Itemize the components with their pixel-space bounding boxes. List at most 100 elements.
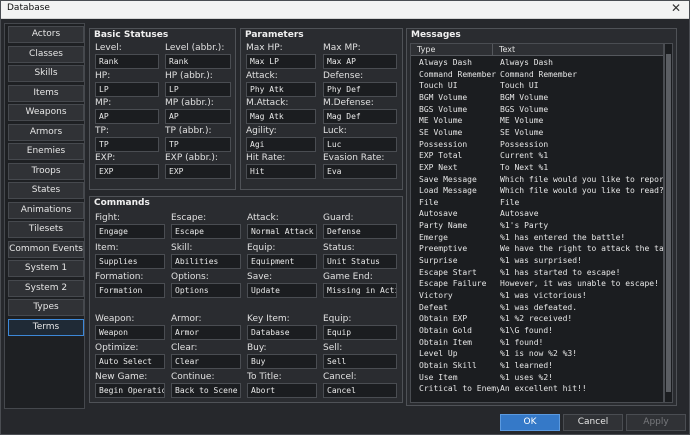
message-row[interactable]: Victory %1 was victorious! xyxy=(411,290,663,302)
sidebar-item-common-events[interactable]: Common Events xyxy=(8,240,84,258)
command-4-3-field[interactable]: Sell xyxy=(323,354,397,369)
close-icon[interactable]: ✕ xyxy=(671,1,681,15)
message-row[interactable]: Obtain Item %1 found! xyxy=(411,337,663,349)
command-3-2-field[interactable]: Database xyxy=(247,325,317,340)
sidebar-item-animations[interactable]: Animations xyxy=(8,201,84,219)
command-4-0-label: Optimize: xyxy=(95,343,139,353)
sidebar-item-enemies[interactable]: Enemies xyxy=(8,143,84,160)
command-0-3-field[interactable]: Defense xyxy=(323,224,397,239)
type-column-header[interactable]: Type xyxy=(411,44,493,56)
message-row[interactable]: Level Up %1 is now %2 %3! xyxy=(411,348,663,360)
command-4-1-field[interactable]: Clear xyxy=(171,354,241,369)
command-0-2-field[interactable]: Normal Attack xyxy=(247,224,317,239)
sidebar-item-weapons[interactable]: Weapons xyxy=(8,104,84,121)
param2-1-field[interactable]: Phy Def xyxy=(323,81,397,97)
command-2-0-field[interactable]: Formation xyxy=(95,283,165,298)
param2-2-field[interactable]: Mag Def xyxy=(323,109,397,124)
command-5-3-field[interactable]: Cancel xyxy=(323,383,397,398)
command-4-0-field[interactable]: Auto Select xyxy=(95,354,165,369)
command-5-0-field[interactable]: Begin Operation xyxy=(95,383,165,398)
sidebar-item-system-1[interactable]: System 1 xyxy=(8,260,84,277)
message-row[interactable]: EXP Total Current %1 xyxy=(411,150,663,162)
param2-4-field[interactable]: Eva xyxy=(323,164,397,179)
command-3-3-field[interactable]: Equip xyxy=(323,325,397,340)
scrollbar-thumb[interactable] xyxy=(666,54,671,392)
messages-scrollbar[interactable] xyxy=(664,43,673,403)
message-row[interactable]: ME Volume ME Volume xyxy=(411,115,663,127)
basic-1-field[interactable]: LP xyxy=(95,81,159,97)
basic-3-field[interactable]: TP xyxy=(95,136,159,152)
message-row[interactable]: Autosave Autosave xyxy=(411,208,663,220)
basic-abbr-1-field[interactable]: LP xyxy=(165,81,231,97)
sidebar-item-types[interactable]: Types xyxy=(8,299,84,316)
command-1-2-field[interactable]: Equipment xyxy=(247,254,317,269)
message-row[interactable]: Always Dash Always Dash xyxy=(411,57,663,69)
message-row[interactable]: Use Item %1 uses %2! xyxy=(411,372,663,384)
message-row[interactable]: Save Message Which file would you like to… xyxy=(411,174,663,186)
message-row[interactable]: Preemptive We have the right to attack th… xyxy=(411,243,663,255)
message-row[interactable]: Command Remember Command Remember xyxy=(411,69,663,81)
sidebar-item-armors[interactable]: Armors xyxy=(8,123,84,141)
message-row[interactable]: Escape Failure However, it was unable to … xyxy=(411,278,663,290)
message-row[interactable]: Obtain Gold %1\G found! xyxy=(411,325,663,337)
command-2-3-field[interactable]: Missing in Action xyxy=(323,283,397,298)
ok-button[interactable]: OK xyxy=(500,414,560,431)
basic-4-field[interactable]: EXP xyxy=(95,164,159,179)
sidebar-item-tilesets[interactable]: Tilesets xyxy=(8,221,84,238)
message-row[interactable]: File File xyxy=(411,197,663,209)
command-1-3-field[interactable]: Unit Status xyxy=(323,254,397,269)
message-row[interactable]: Critical to Enemy An excellent hit!! xyxy=(411,383,663,395)
basic-abbr-0-field[interactable]: Rank xyxy=(165,54,231,69)
param-0-field[interactable]: Max LP xyxy=(246,54,316,69)
command-3-0-field[interactable]: Weapon xyxy=(95,325,165,340)
param-2-field[interactable]: Mag Atk xyxy=(246,109,316,124)
basic-abbr-3-field[interactable]: TP xyxy=(165,136,231,152)
text-column-header[interactable]: Text xyxy=(493,44,663,56)
message-row[interactable]: Escape Start %1 has started to escape! xyxy=(411,267,663,279)
command-1-1-field[interactable]: Abilities xyxy=(171,254,241,269)
sidebar-item-items[interactable]: Items xyxy=(8,84,84,102)
apply-button[interactable]: Apply xyxy=(626,414,686,431)
message-row[interactable]: Surprise %1 was surprised! xyxy=(411,255,663,267)
message-row[interactable]: Emerge %1 has entered the battle! xyxy=(411,232,663,244)
command-0-1-field[interactable]: Escape xyxy=(171,224,241,239)
message-row[interactable]: Load Message Which file would you like to… xyxy=(411,185,663,197)
param2-3-field[interactable]: Luc xyxy=(323,136,397,152)
basic-3-label: TP: xyxy=(95,125,109,136)
basic-0-field[interactable]: Rank xyxy=(95,54,159,69)
message-row[interactable]: BGS Volume BGS Volume xyxy=(411,104,663,116)
basic-abbr-4-field[interactable]: EXP xyxy=(165,164,231,179)
sidebar-item-troops[interactable]: Troops xyxy=(8,162,84,180)
command-2-2-field[interactable]: Update xyxy=(247,283,317,298)
message-row[interactable]: Party Name %1's Party xyxy=(411,220,663,232)
command-3-1-field[interactable]: Armor xyxy=(171,325,241,340)
command-2-1-field[interactable]: Options xyxy=(171,283,241,298)
sidebar-item-actors[interactable]: Actors xyxy=(8,26,84,43)
message-row[interactable]: Defeat %1 was defeated. xyxy=(411,302,663,314)
basic-abbr-2-field[interactable]: AP xyxy=(165,109,231,124)
command-4-2-field[interactable]: Buy xyxy=(247,354,317,369)
param-1-field[interactable]: Phy Atk xyxy=(246,81,316,97)
command-5-1-field[interactable]: Back to Scene xyxy=(171,383,241,398)
message-row[interactable]: BGM Volume BGM Volume xyxy=(411,92,663,104)
cancel-button[interactable]: Cancel xyxy=(563,414,623,431)
sidebar-item-states[interactable]: States xyxy=(8,182,84,199)
messages-table[interactable]: Type Text Always Dash Always Dash Command … xyxy=(410,43,664,403)
message-row[interactable]: Obtain EXP %1 %2 received! xyxy=(411,313,663,325)
sidebar-item-classes[interactable]: Classes xyxy=(8,45,84,63)
command-1-0-field[interactable]: Supplies xyxy=(95,254,165,269)
message-row[interactable]: EXP Next To Next %1 xyxy=(411,162,663,174)
param-4-field[interactable]: Hit xyxy=(246,164,316,179)
message-row[interactable]: Touch UI Touch UI xyxy=(411,80,663,92)
message-row[interactable]: SE Volume SE Volume xyxy=(411,127,663,139)
message-row[interactable]: Possession Possession xyxy=(411,139,663,151)
param-3-field[interactable]: Agi xyxy=(246,136,316,152)
basic-2-field[interactable]: AP xyxy=(95,109,159,124)
param2-0-field[interactable]: Max AP xyxy=(323,54,397,69)
sidebar-item-skills[interactable]: Skills xyxy=(8,65,84,82)
command-0-0-field[interactable]: Engage xyxy=(95,224,165,239)
command-5-2-field[interactable]: Abort xyxy=(247,383,317,398)
sidebar-item-system-2[interactable]: System 2 xyxy=(8,279,84,297)
sidebar-item-terms[interactable]: Terms xyxy=(8,318,84,336)
message-row[interactable]: Obtain Skill %1 learned! xyxy=(411,360,663,372)
